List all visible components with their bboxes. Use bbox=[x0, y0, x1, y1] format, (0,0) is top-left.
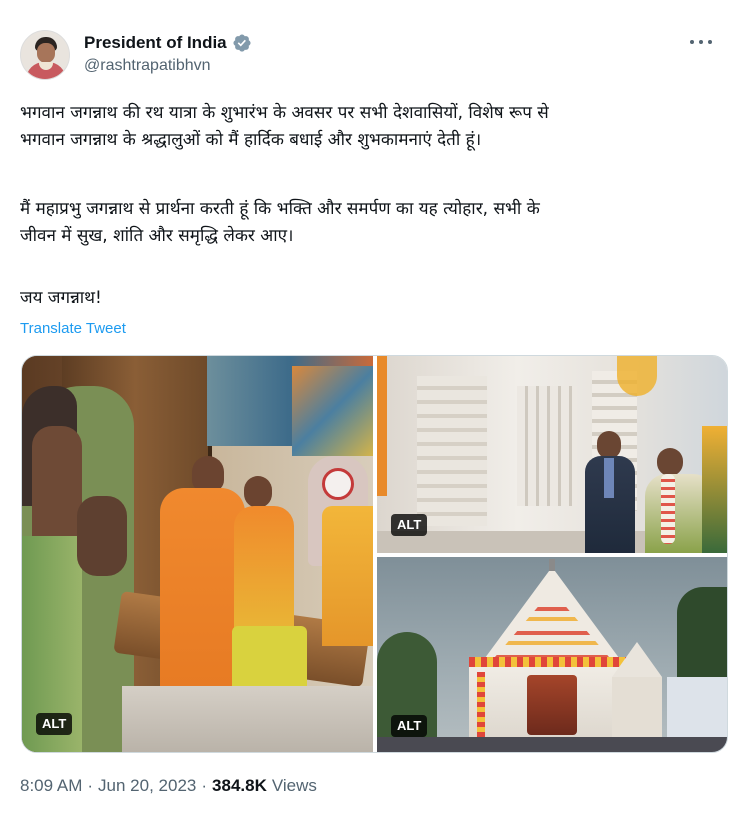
tweet-header: President of India @rashtrapatibhvn bbox=[20, 30, 716, 82]
alt-badge-2[interactable]: ALT bbox=[391, 514, 428, 536]
tweet-time[interactable]: 8:09 AM bbox=[20, 776, 82, 796]
photo-temple-dusk[interactable]: ALT bbox=[377, 557, 727, 752]
photo-temple-wall-visitors[interactable]: ALT bbox=[377, 356, 727, 553]
media-grid: ALT ALT ALT bbox=[21, 355, 728, 753]
user-handle[interactable]: @rashtrapatibhvn bbox=[84, 57, 252, 75]
tweet-paragraph-3: जय जगन्नाथ! bbox=[20, 288, 102, 308]
meta-separator: · bbox=[201, 776, 208, 795]
more-options-icon[interactable] bbox=[690, 34, 712, 50]
tweet-meta: 8:09 AM · Jun 20, 2023 · 384.8K Views bbox=[20, 776, 317, 796]
photo-temple-interior[interactable]: ALT bbox=[22, 356, 373, 752]
alt-badge-1[interactable]: ALT bbox=[36, 713, 73, 735]
alt-badge-3[interactable]: ALT bbox=[391, 715, 428, 737]
translate-tweet-link[interactable]: Translate Tweet bbox=[20, 320, 126, 337]
views-label: Views bbox=[271, 776, 317, 795]
verified-badge-icon bbox=[233, 34, 251, 52]
author-names: President of India @rashtrapatibhvn bbox=[84, 33, 252, 75]
name-row: President of India bbox=[84, 33, 252, 53]
meta-separator: · bbox=[87, 776, 94, 795]
tweet-date[interactable]: Jun 20, 2023 bbox=[98, 776, 196, 796]
tweet-paragraph-1: भगवान जगन्नाथ की रथ यात्रा के शुभारंभ के… bbox=[20, 103, 549, 150]
tweet-paragraph-2: मैं महाप्रभु जगन्नाथ से प्रार्थना करती ह… bbox=[20, 199, 540, 246]
avatar[interactable] bbox=[20, 30, 70, 80]
avatar-face bbox=[37, 43, 55, 63]
display-name[interactable]: President of India bbox=[84, 33, 227, 53]
views-count: 384.8K bbox=[212, 776, 267, 795]
